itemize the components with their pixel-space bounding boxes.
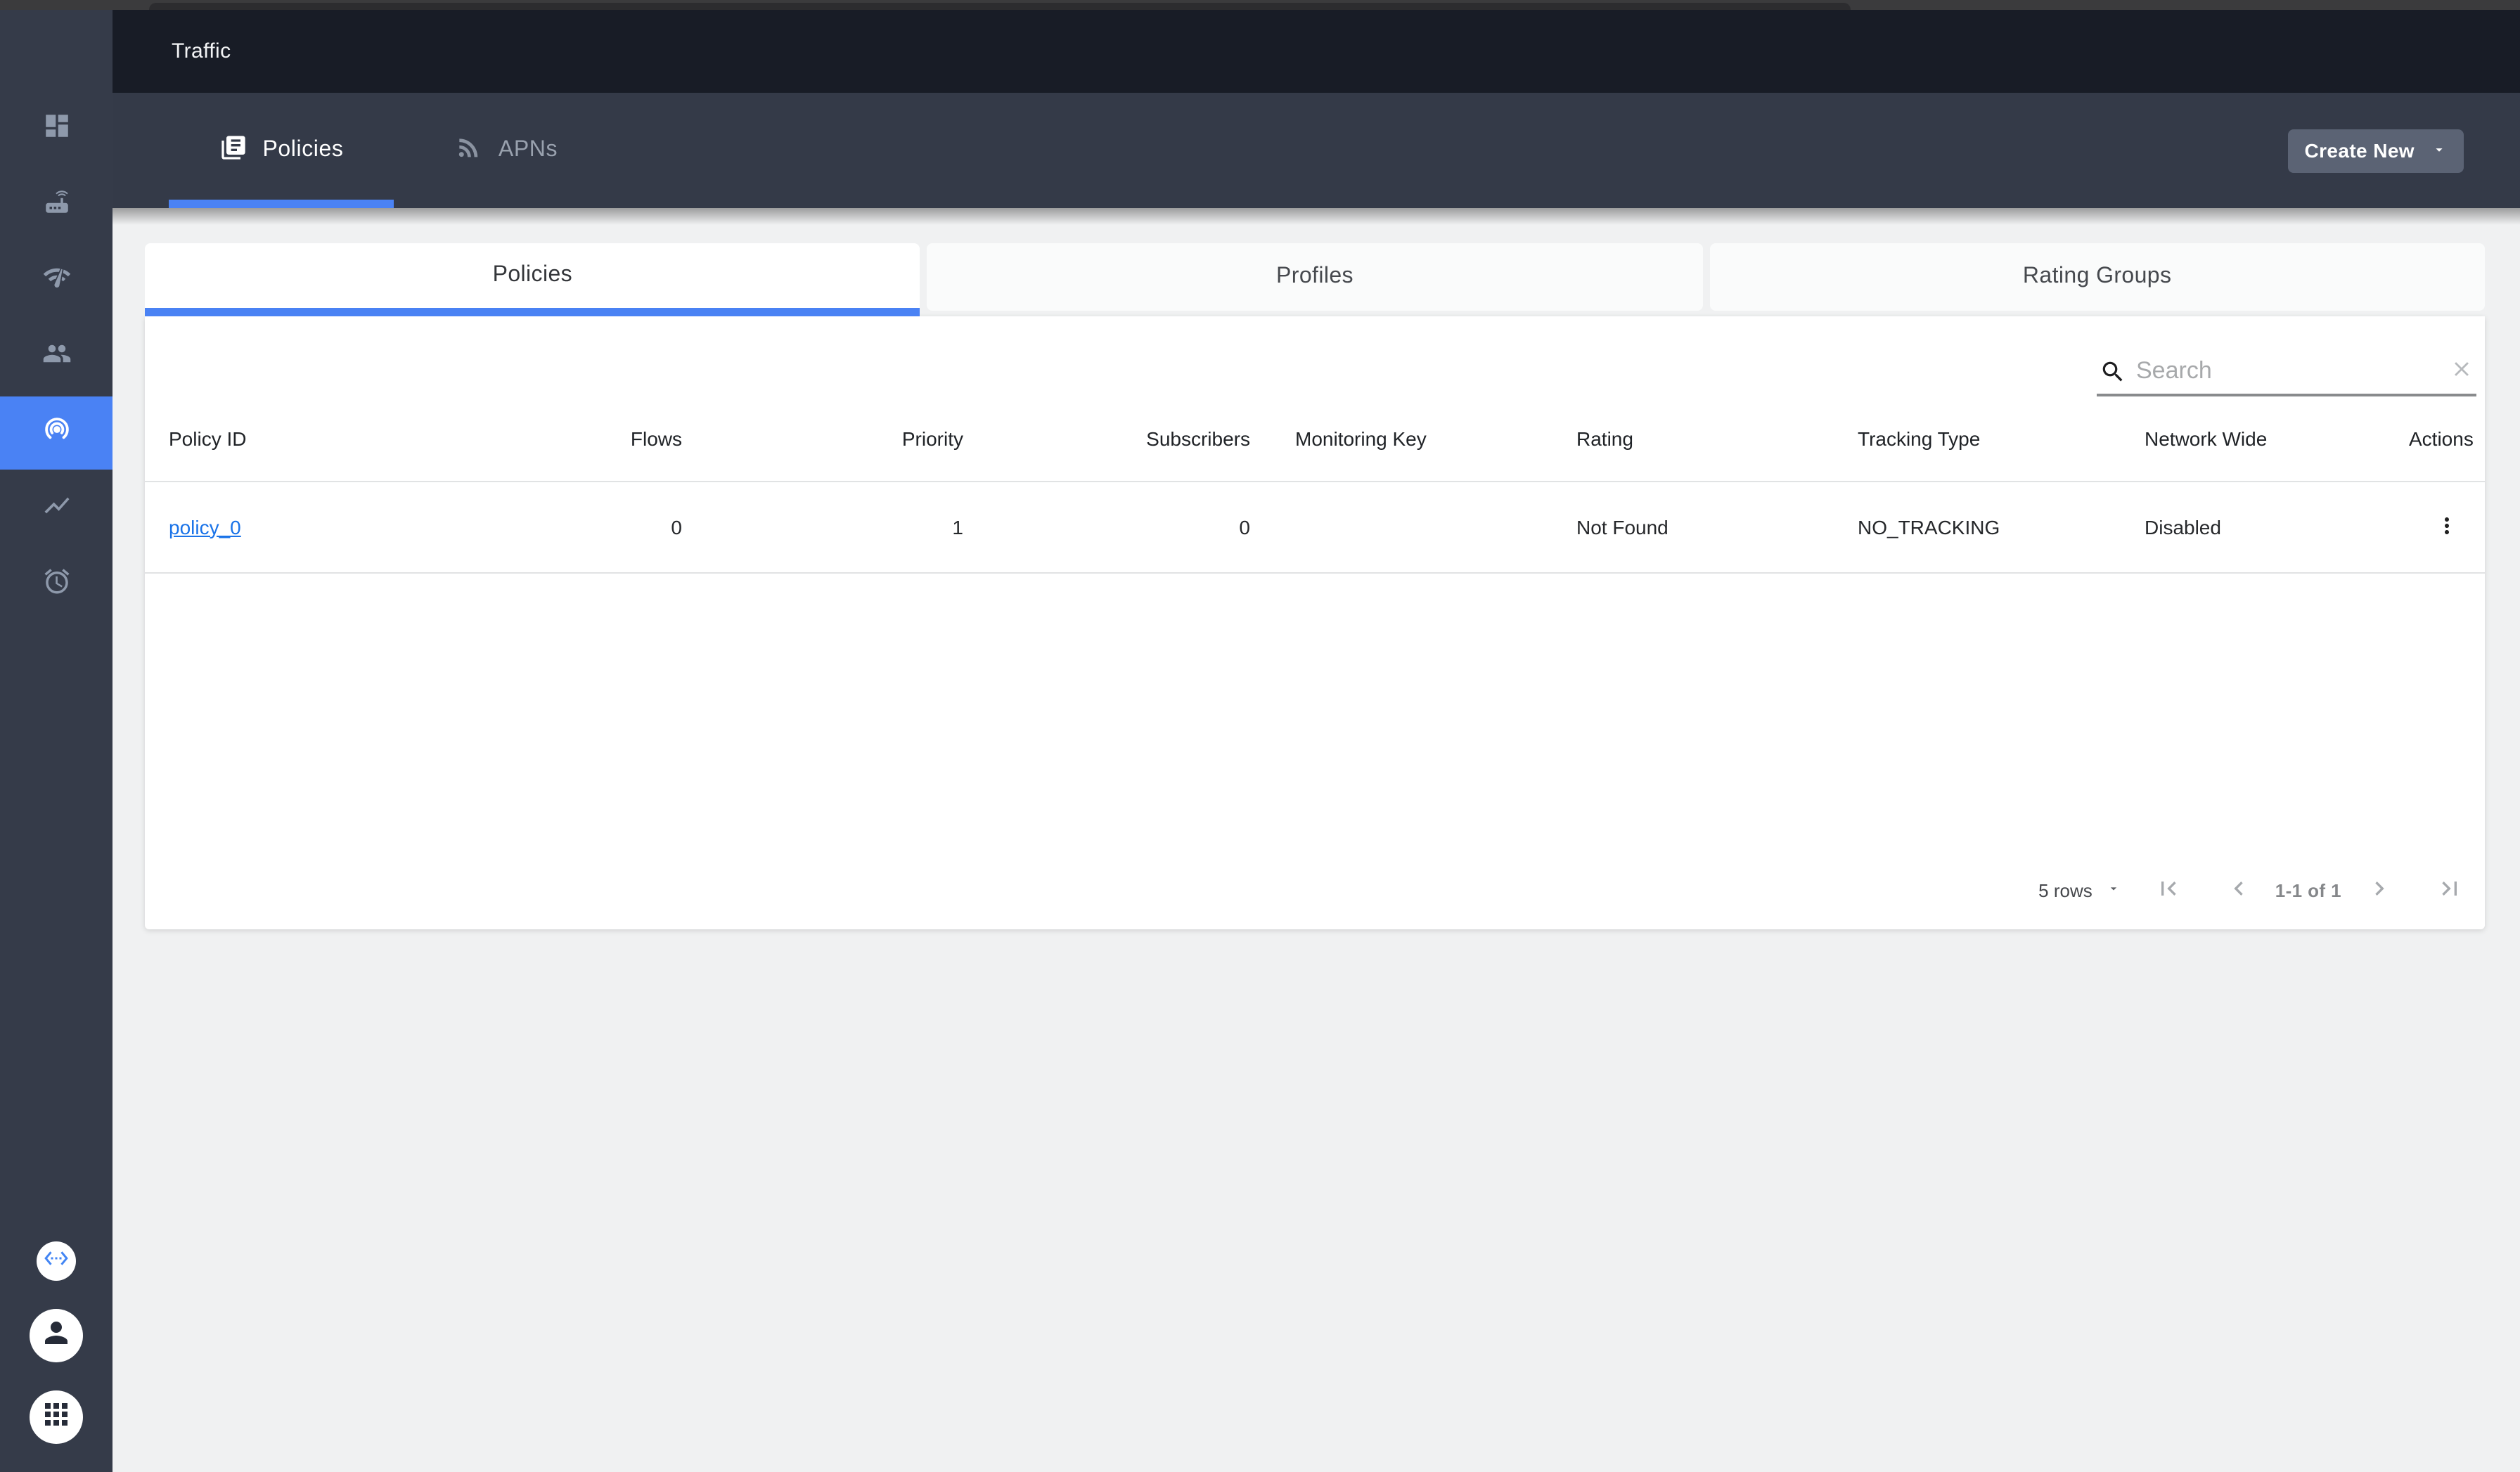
rss-feed-icon xyxy=(455,133,483,168)
column-header-network-wide: Network Wide xyxy=(2122,396,2386,482)
cell-subscribers: 0 xyxy=(986,481,1273,573)
column-header-monitoring-key: Monitoring Key xyxy=(1273,396,1554,482)
page: Traffic Policies APNs Create New Policie… xyxy=(0,0,2520,1472)
column-header-rating: Rating xyxy=(1554,396,1835,482)
card-body: Policy ID Flows Priority Subscribers Mon… xyxy=(145,316,2485,929)
sidebar-nav xyxy=(0,10,112,621)
row-actions-button[interactable] xyxy=(2431,510,2462,541)
page-title: Traffic xyxy=(172,39,231,63)
sidebar xyxy=(0,10,112,1472)
cell-tracking-type: NO_TRACKING xyxy=(1835,481,2122,573)
main-tabs: Policies APNs xyxy=(169,93,619,208)
rows-per-page-select[interactable]: 5 rows xyxy=(2038,877,2121,903)
dropdown-caret-icon xyxy=(2107,877,2121,903)
apps-button[interactable] xyxy=(30,1390,83,1444)
table-empty-space xyxy=(145,573,2485,853)
metrics-chart-icon xyxy=(41,491,71,527)
subtab-profiles-label: Profiles xyxy=(1276,264,1354,288)
subtab-policies-label: Policies xyxy=(492,263,573,287)
tab-apns[interactable]: APNs xyxy=(394,93,619,208)
next-page-button[interactable] xyxy=(2365,874,2393,906)
sidebar-item-equipment[interactable] xyxy=(0,169,112,242)
sidebar-footer xyxy=(0,1241,112,1472)
cell-network-wide: Disabled xyxy=(2122,481,2386,573)
library-books-icon xyxy=(219,133,247,168)
cell-monitoring-key xyxy=(1273,481,1554,573)
previous-page-button[interactable] xyxy=(2225,874,2253,906)
rows-per-page-label: 5 rows xyxy=(2038,879,2092,900)
dropdown-caret-icon xyxy=(2431,139,2447,162)
traffic-track-changes-icon xyxy=(41,415,71,451)
search-clear-button[interactable] xyxy=(2450,357,2474,385)
tab-apns-label: APNs xyxy=(498,138,558,162)
subtab-profiles[interactable]: Profiles xyxy=(927,243,1703,311)
cell-flows: 0 xyxy=(595,481,705,573)
close-icon xyxy=(2450,357,2474,385)
cell-priority: 1 xyxy=(705,481,986,573)
create-new-button[interactable]: Create New xyxy=(2287,129,2464,172)
pagination: 5 rows 1-1 of 1 xyxy=(145,853,2485,927)
active-tab-indicator xyxy=(169,200,394,208)
tab-bar: Policies APNs Create New xyxy=(112,93,2520,208)
sidebar-item-traffic[interactable] xyxy=(0,396,112,470)
cell-rating: Not Found xyxy=(1554,481,1835,573)
column-header-subscribers: Subscribers xyxy=(986,396,1273,482)
subtab-rating-groups[interactable]: Rating Groups xyxy=(1709,243,2485,311)
pagination-range: 1-1 of 1 xyxy=(2275,879,2341,900)
browser-tab-strip xyxy=(149,3,1851,10)
account-button[interactable] xyxy=(30,1309,83,1362)
search-field xyxy=(2097,357,2476,396)
table-row: policy_0 0 1 0 Not Found NO_TRACKING Dis… xyxy=(145,481,2485,573)
subtab-rating-groups-label: Rating Groups xyxy=(2022,264,2172,288)
column-header-tracking-type: Tracking Type xyxy=(1835,396,2122,482)
policies-table: Policy ID Flows Priority Subscribers Mon… xyxy=(145,396,2485,573)
sidebar-item-subscribers[interactable] xyxy=(0,321,112,394)
network-check-icon xyxy=(41,263,71,299)
tab-policies-label: Policies xyxy=(262,138,344,162)
sidebar-item-dashboard[interactable] xyxy=(0,93,112,166)
more-vert-icon xyxy=(2434,513,2460,538)
api-docs-button[interactable] xyxy=(37,1241,76,1281)
chevron-right-icon xyxy=(2365,874,2393,906)
sidebar-item-network-check[interactable] xyxy=(0,245,112,318)
table-header-row: Policy ID Flows Priority Subscribers Mon… xyxy=(145,396,2485,482)
alarms-alarm-clock-icon xyxy=(41,567,71,603)
apps-grid-icon xyxy=(39,1397,73,1438)
account-person-icon xyxy=(39,1315,73,1356)
browser-chrome-strip xyxy=(0,0,2520,10)
search-input[interactable] xyxy=(2136,357,2440,385)
api-code-icon xyxy=(44,1245,69,1277)
create-new-label: Create New xyxy=(2304,139,2415,162)
search-icon xyxy=(2100,358,2126,385)
policies-card: Policies Profiles Rating Groups Search P… xyxy=(145,243,2485,929)
equipment-router-icon xyxy=(41,187,71,224)
sidebar-item-alarms[interactable] xyxy=(0,548,112,621)
chevron-left-icon xyxy=(2225,874,2253,906)
sub-tabs: Policies Profiles Rating Groups xyxy=(145,243,2485,316)
app-header: Traffic xyxy=(112,10,2520,93)
subtab-policies[interactable]: Policies xyxy=(145,243,920,316)
content-area: Policies Profiles Rating Groups Search P… xyxy=(112,208,2520,1472)
column-header-flows: Flows xyxy=(595,396,705,482)
last-page-icon xyxy=(2436,874,2464,906)
sidebar-item-metrics[interactable] xyxy=(0,472,112,545)
first-page-button[interactable] xyxy=(2154,874,2182,906)
policy-link[interactable]: policy_0 xyxy=(169,515,241,538)
dashboard-icon xyxy=(41,111,71,148)
first-page-icon xyxy=(2154,874,2182,906)
column-header-actions: Actions xyxy=(2386,396,2485,482)
column-header-policy-id: Policy ID xyxy=(145,396,595,482)
tab-policies[interactable]: Policies xyxy=(169,93,394,208)
search-row xyxy=(145,316,2485,396)
subscribers-people-icon xyxy=(41,339,71,375)
column-header-priority: Priority xyxy=(705,396,986,482)
last-page-button[interactable] xyxy=(2436,874,2464,906)
